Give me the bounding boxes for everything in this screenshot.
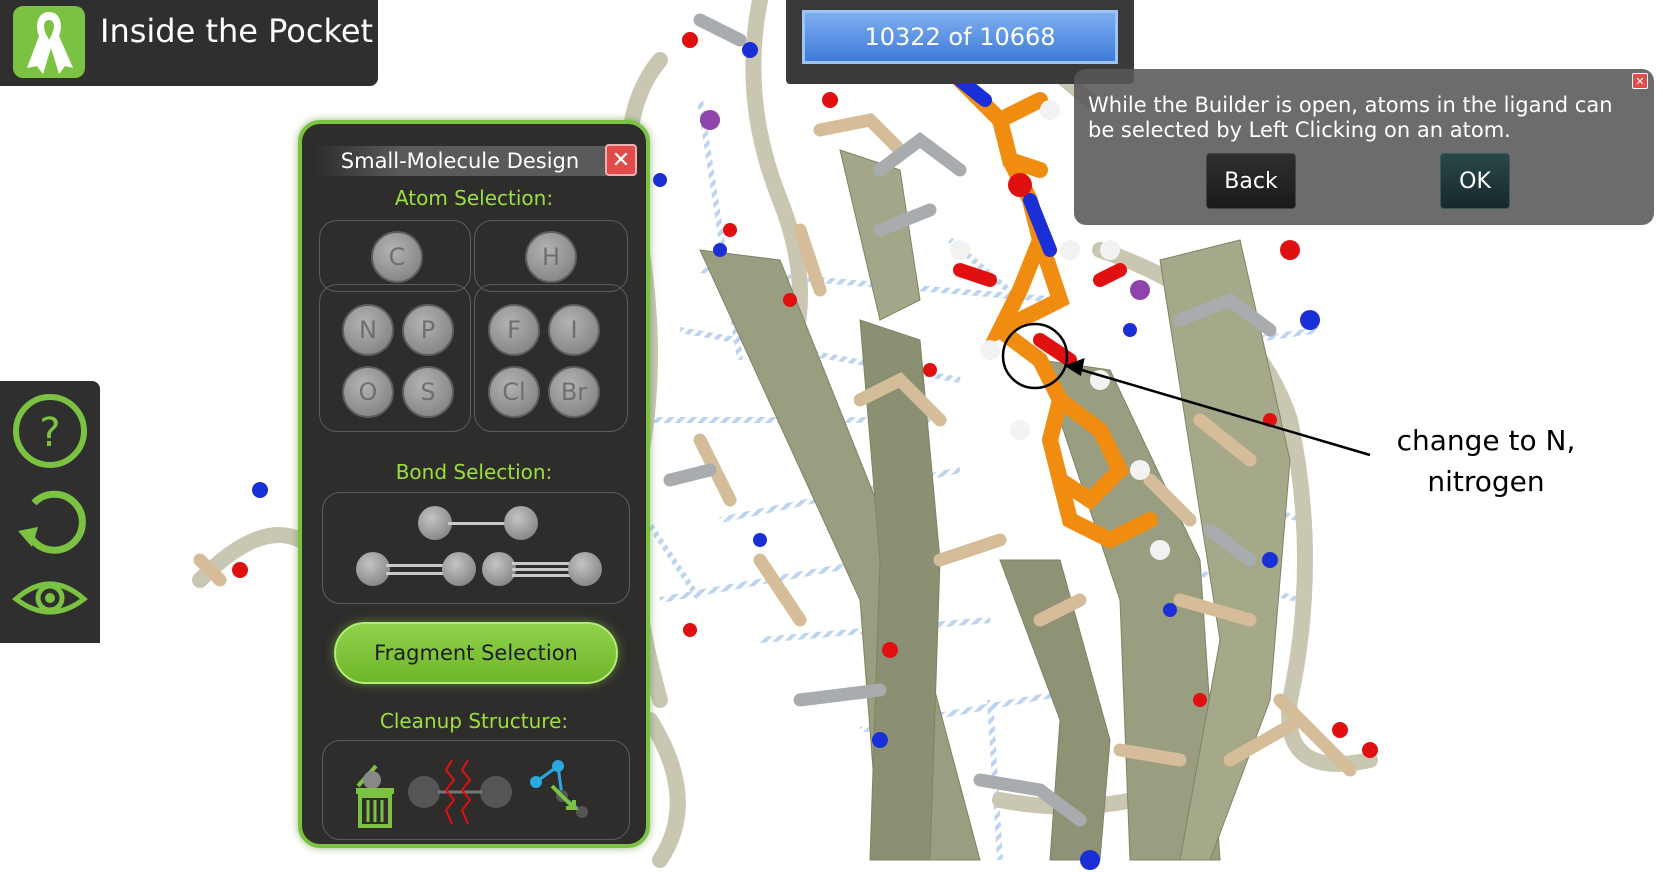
clean-structure-icon[interactable]: [528, 756, 592, 824]
popup-message: While the Builder is open, atoms in the …: [1088, 93, 1613, 142]
fragment-selection-button[interactable]: Fragment Selection: [334, 622, 618, 684]
atom-button-o[interactable]: O: [342, 366, 394, 418]
svg-text:?: ?: [39, 410, 60, 456]
break-bond-icon[interactable]: [408, 759, 512, 825]
atom-button-n[interactable]: N: [342, 304, 394, 356]
atom-button-h[interactable]: H: [525, 231, 577, 283]
atom-button-cl[interactable]: Cl: [488, 366, 540, 418]
builder-instruction-popup: ✕ While the Builder is open, atoms in th…: [1074, 69, 1654, 225]
double-bond-button[interactable]: [356, 552, 478, 588]
triple-bond-button[interactable]: [482, 552, 604, 588]
eye-icon[interactable]: [10, 563, 90, 633]
close-icon[interactable]: ✕: [1632, 73, 1648, 89]
panel-title: Small-Molecule Design: [314, 146, 606, 176]
atom-button-s[interactable]: S: [402, 366, 454, 418]
close-icon[interactable]: ✕: [605, 144, 637, 176]
annotation-line-1: change to N,: [1396, 424, 1576, 457]
atom-selection-label: Atom Selection:: [394, 186, 554, 210]
puzzle-counter: 10322 of 10668: [802, 10, 1118, 64]
atom-button-f[interactable]: F: [488, 304, 540, 356]
heteroatom-group: [319, 284, 471, 432]
back-button[interactable]: Back: [1206, 153, 1296, 209]
puzzle-title-tab: Inside the Pocket: [0, 0, 378, 86]
ribbon-icon: [13, 6, 85, 78]
small-molecule-design-panel: Small-Molecule Design ✕ Atom Selection: …: [298, 120, 650, 848]
atom-button-p[interactable]: P: [402, 304, 454, 356]
annotation-line-2: nitrogen: [1427, 465, 1545, 498]
bond-selection-label: Bond Selection:: [395, 460, 553, 484]
help-icon[interactable]: ?: [10, 391, 90, 471]
atom-button-br[interactable]: Br: [548, 366, 600, 418]
atom-button-i[interactable]: I: [548, 304, 600, 356]
reset-icon[interactable]: [10, 481, 90, 561]
single-bond-button[interactable]: [418, 506, 540, 542]
cleanup-structure-label: Cleanup Structure:: [379, 709, 569, 733]
ok-button[interactable]: OK: [1440, 153, 1510, 209]
annotation-text: change to N, nitrogen: [1356, 420, 1616, 502]
atom-button-c[interactable]: C: [371, 231, 423, 283]
puzzle-title: Inside the Pocket: [100, 12, 374, 50]
delete-atom-icon[interactable]: [350, 752, 400, 830]
side-toolbar: ?: [0, 381, 100, 643]
